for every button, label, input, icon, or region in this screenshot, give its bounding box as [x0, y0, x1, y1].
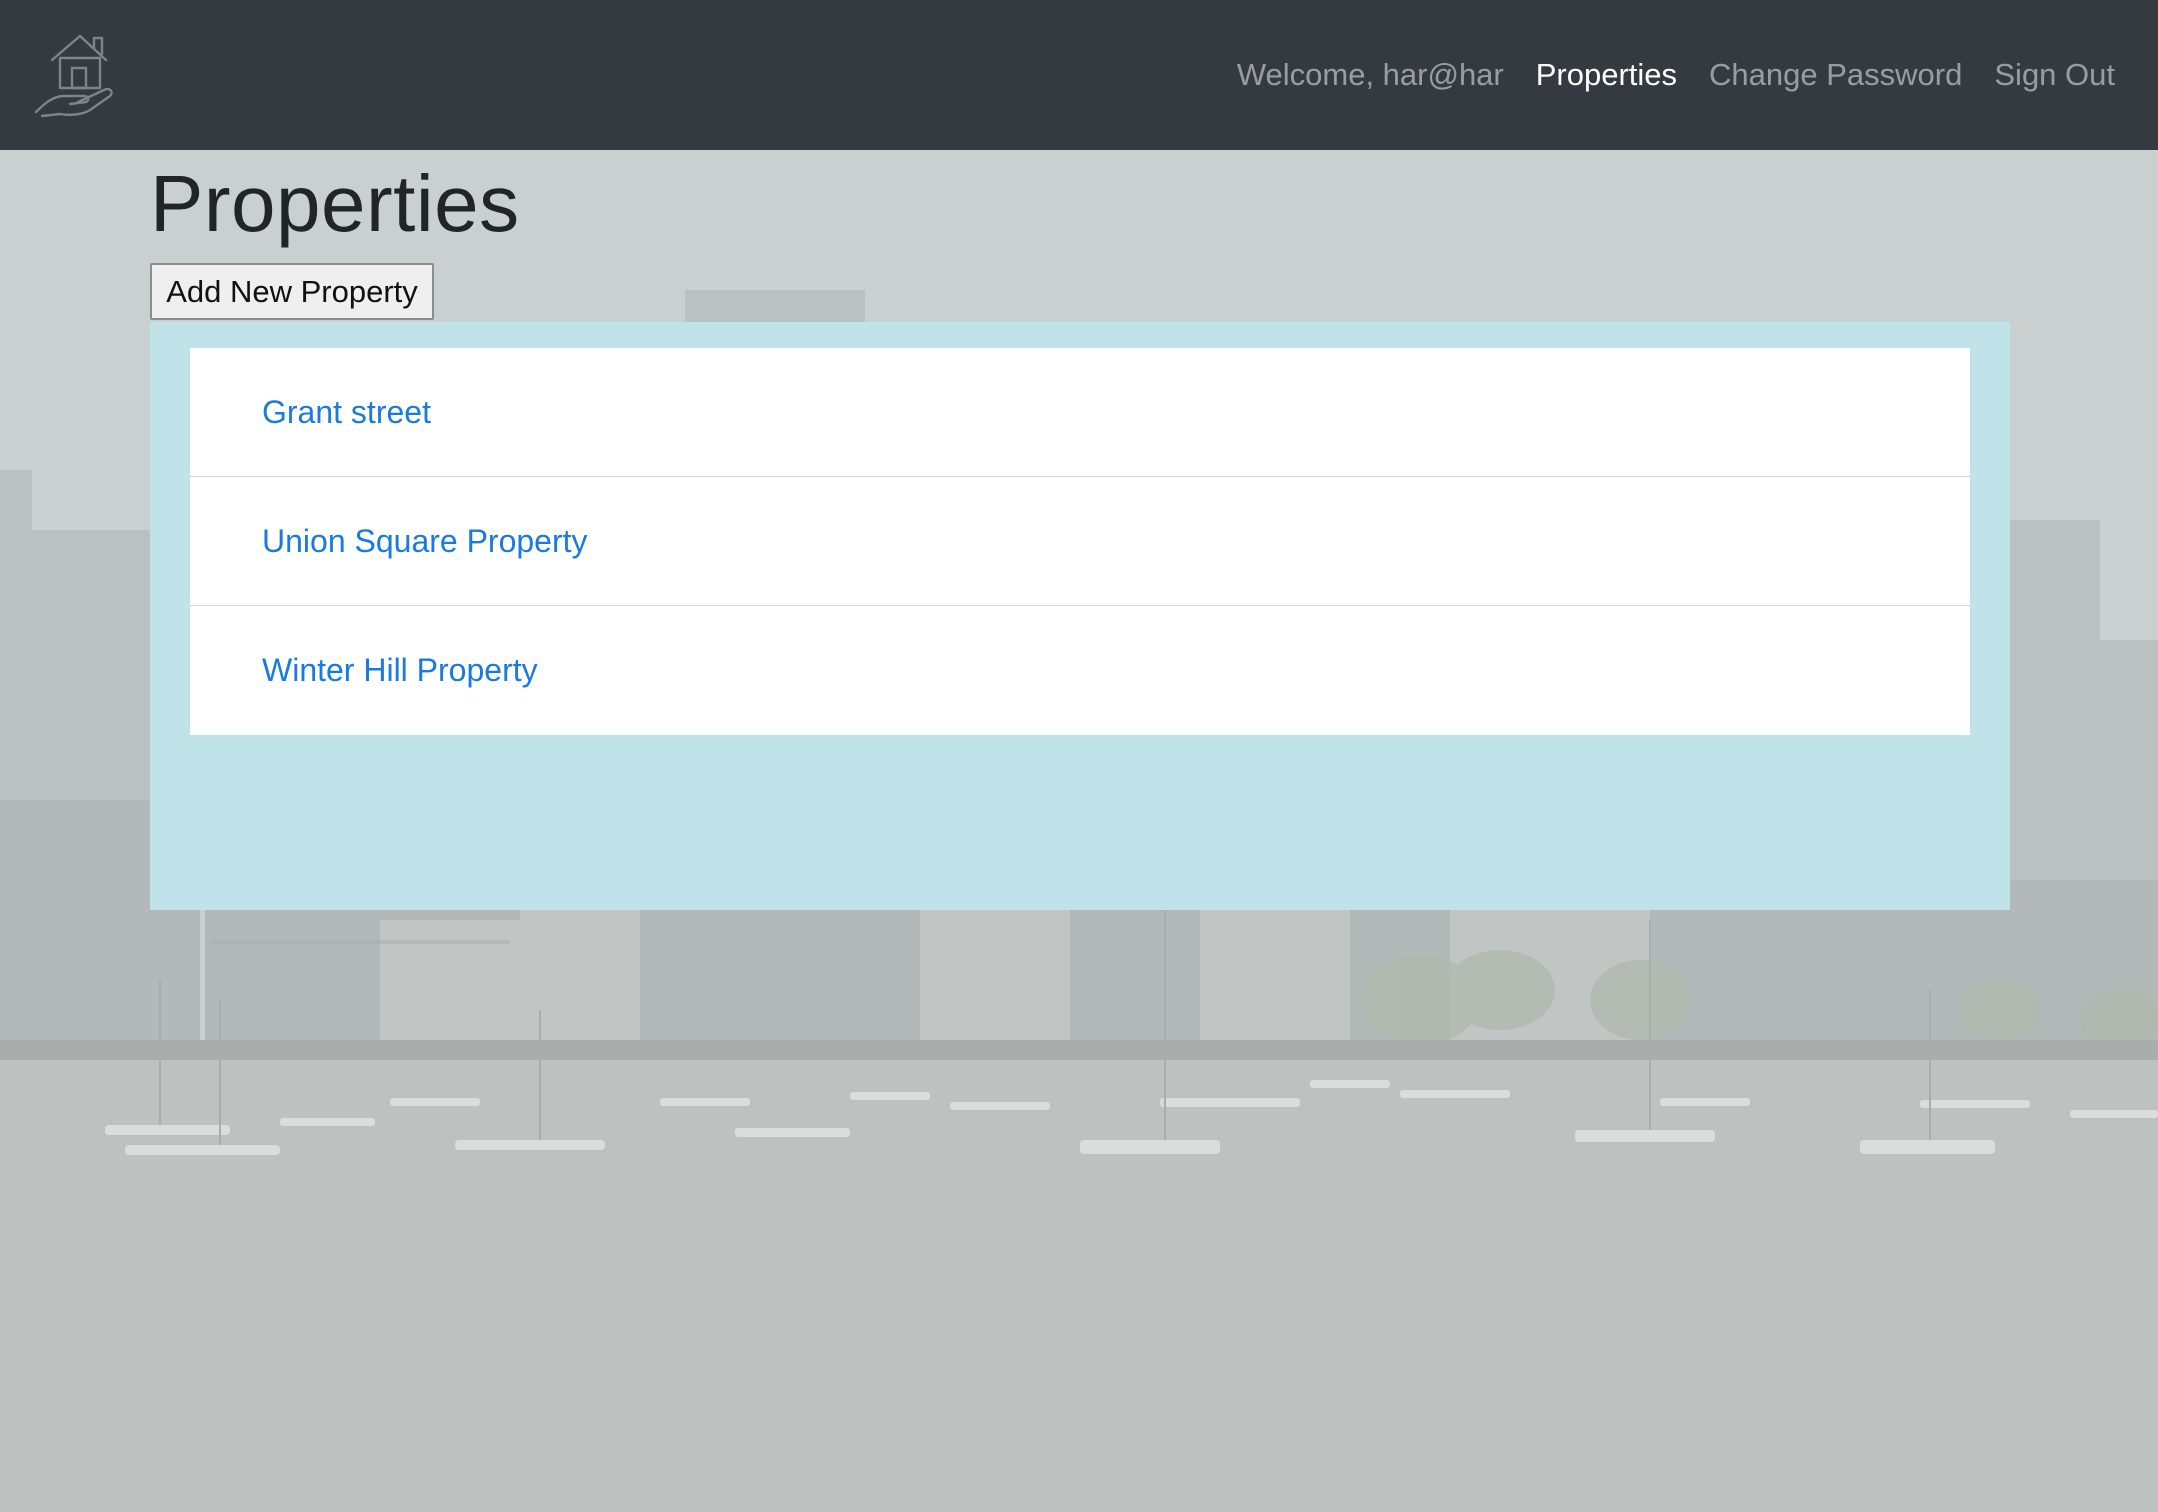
list-item: Union Square Property — [190, 477, 1970, 606]
list-item: Winter Hill Property — [190, 606, 1970, 735]
properties-list: Grant street Union Square Property Winte… — [190, 348, 1970, 735]
welcome-text: Welcome, har@har — [1236, 57, 1504, 92]
page-title: Properties — [150, 159, 520, 248]
nav-link-properties[interactable]: Properties — [1536, 57, 1677, 93]
property-link-union-square[interactable]: Union Square Property — [262, 523, 588, 560]
property-link-winter-hill[interactable]: Winter Hill Property — [262, 652, 538, 689]
nav-links: Welcome, har@har Properties Change Passw… — [1237, 0, 2115, 150]
top-navbar: Welcome, har@har Properties Change Passw… — [0, 0, 2158, 150]
house-in-hand-icon[interactable] — [32, 30, 124, 118]
property-link-grant-street[interactable]: Grant street — [262, 394, 431, 431]
nav-link-sign-out[interactable]: Sign Out — [1994, 57, 2115, 93]
list-item: Grant street — [190, 348, 1970, 477]
nav-link-change-password[interactable]: Change Password — [1709, 57, 1962, 93]
add-new-property-button[interactable]: Add New Property — [150, 263, 434, 320]
properties-panel: Grant street Union Square Property Winte… — [150, 322, 2010, 910]
